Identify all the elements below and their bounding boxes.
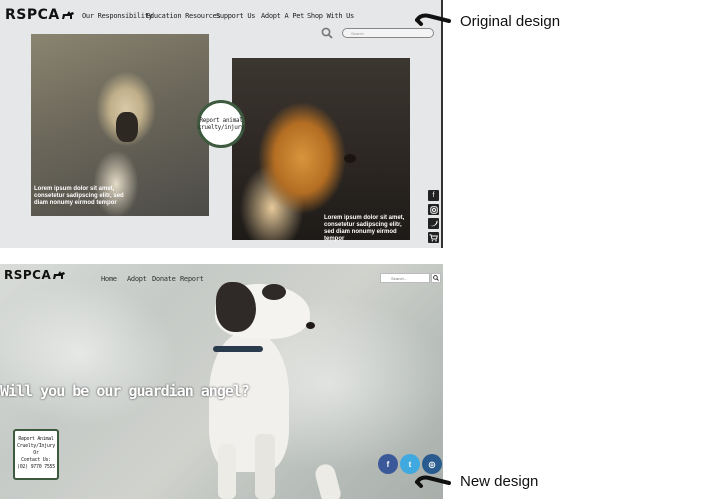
- nav-shop-with-us[interactable]: Shop With Us: [307, 12, 354, 20]
- dog-collar: [213, 346, 263, 352]
- dog-logo-icon: [53, 271, 66, 279]
- nav-donate[interactable]: Donate: [152, 275, 176, 283]
- facebook-icon[interactable]: f: [428, 190, 439, 201]
- nav-our-responsibility[interactable]: Our Responsibility: [82, 12, 153, 20]
- report-line-1: Report Animal: [18, 436, 54, 442]
- report-line-2: Cruelty/Injury: [17, 443, 55, 449]
- original-design-screenshot: RSPCA Our Responsibility Education Resou…: [0, 0, 443, 248]
- puppy-snout: [116, 112, 138, 142]
- report-cruelty-label: Report animal cruelty/injury: [197, 117, 245, 131]
- nav-adopt-a-pet[interactable]: Adopt A Pet: [261, 12, 304, 20]
- nav-education-resources[interactable]: Education Resources: [146, 12, 221, 20]
- facebook-icon[interactable]: f: [378, 454, 398, 474]
- hero-headline: Will you be our guardian angel?: [0, 382, 250, 400]
- dog-logo-icon: [61, 11, 74, 19]
- report-line-3: Or: [33, 450, 39, 456]
- nav-adopt[interactable]: Adopt: [127, 275, 147, 283]
- report-line-4: Contact Us:: [21, 457, 51, 463]
- report-cruelty-button[interactable]: Report animal cruelty/injury: [197, 100, 245, 148]
- twitter-icon[interactable]: t: [400, 454, 420, 474]
- photo-caption-2: Lorem ipsum dolor sit amet, consetetur s…: [324, 215, 405, 242]
- search-input[interactable]: Search...: [380, 273, 430, 283]
- dog-leg: [255, 434, 275, 499]
- search-icon[interactable]: [321, 27, 333, 39]
- arrow-to-new-icon: [415, 475, 451, 488]
- report-line-5: (02) 9770 7555: [17, 464, 55, 470]
- dog-leg: [218, 444, 236, 499]
- instagram-icon[interactable]: [428, 204, 439, 215]
- twitter-icon[interactable]: [428, 218, 439, 229]
- nav-home[interactable]: Home: [101, 275, 117, 283]
- panel-divider: [441, 0, 443, 248]
- original-design-label: Original design: [460, 13, 561, 30]
- new-design-screenshot: RSPCA Home Adopt Donate Report Search...…: [0, 264, 443, 499]
- search-icon[interactable]: [431, 273, 441, 283]
- dog-nose: [344, 154, 356, 163]
- report-cruelty-box[interactable]: Report Animal Cruelty/Injury Or Contact …: [13, 429, 59, 480]
- dog-eye-patch: [262, 284, 286, 300]
- nav-report[interactable]: Report: [180, 275, 204, 283]
- dog-ear: [216, 282, 256, 332]
- arrow-to-original-icon: [415, 13, 451, 26]
- photo-caption-1: Lorem ipsum dolor sit amet, consetetur s…: [34, 186, 124, 206]
- dog-tail: [313, 462, 343, 499]
- puppy-photo: Lorem ipsum dolor sit amet, consetetur s…: [31, 34, 209, 216]
- new-design-label: New design: [460, 473, 539, 490]
- golden-dog-photo: Lorem ipsum dolor sit amet, consetetur s…: [232, 58, 410, 242]
- rspca-logo[interactable]: RSPCA: [5, 7, 75, 23]
- nav-support-us[interactable]: Support Us: [216, 12, 255, 20]
- instagram-icon[interactable]: ◎: [422, 454, 442, 474]
- cart-icon[interactable]: [428, 232, 439, 243]
- rspca-logo[interactable]: RSPCA: [4, 268, 66, 282]
- dog-nose: [306, 322, 315, 329]
